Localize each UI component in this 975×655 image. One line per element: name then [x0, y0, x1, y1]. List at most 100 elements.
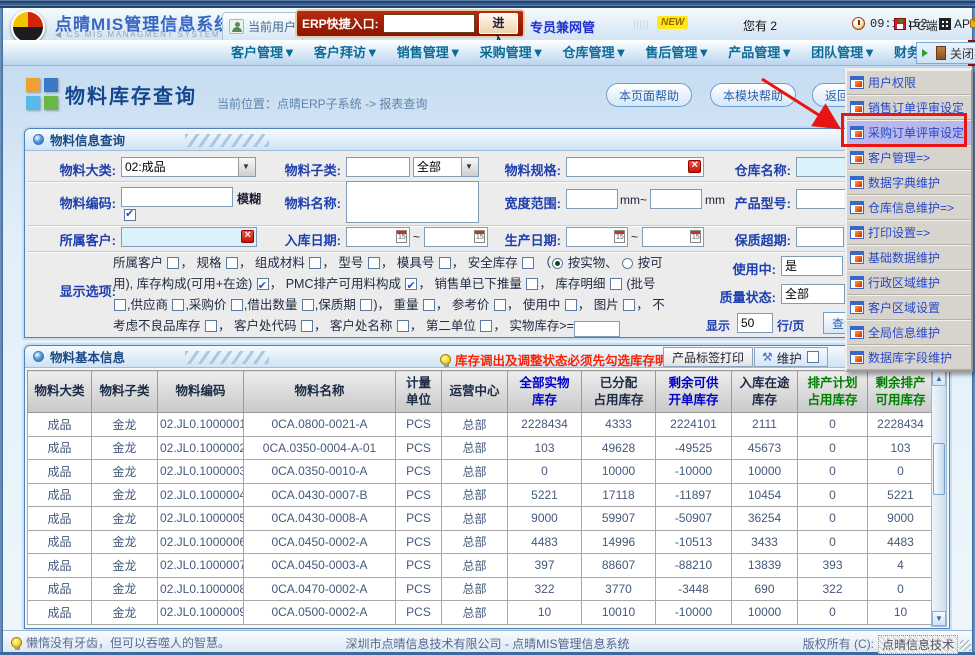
option-checkbox[interactable]	[623, 299, 635, 311]
option-checkbox[interactable]	[494, 299, 506, 311]
option-checkbox[interactable]	[423, 299, 435, 311]
column-header-12[interactable]: 剩余排产 可用库存	[868, 371, 934, 413]
calendar-icon[interactable]	[690, 230, 701, 243]
nav-item-7[interactable]: 产品管理▼	[719, 40, 802, 66]
option-checkbox[interactable]	[368, 257, 380, 269]
material-subcategory-input[interactable]	[346, 157, 410, 177]
column-header-4[interactable]: 物料名称	[244, 371, 396, 413]
column-header-2[interactable]: 物料子类	[92, 371, 158, 413]
scroll-down-icon[interactable]: ▼	[932, 611, 946, 626]
close-menu-button[interactable]: 关闭菜单	[916, 42, 975, 64]
in-use-value[interactable]: 是	[781, 256, 843, 276]
menu-item-9[interactable]: 行政区域维护	[847, 270, 971, 295]
option-checkbox[interactable]	[226, 257, 238, 269]
erp-shortcut-input[interactable]	[383, 14, 475, 33]
menu-item-8[interactable]: 基础数据维护	[847, 245, 971, 270]
page-help-button[interactable]: 本页面帮助	[606, 83, 692, 107]
material-name-input[interactable]	[346, 181, 479, 223]
option-radio[interactable]	[622, 258, 633, 269]
calendar-icon[interactable]	[396, 230, 407, 243]
table-row[interactable]: 成品金龙02.JL0.10000020CA.0350-0004-A-01PCS总…	[28, 436, 934, 460]
option-checkbox[interactable]	[205, 320, 217, 332]
maintain-checkbox[interactable]	[807, 351, 819, 363]
erp-go-button[interactable]: 进入	[479, 13, 518, 34]
scroll-up-icon[interactable]: ▲	[932, 371, 946, 386]
material-code-input[interactable]	[121, 187, 233, 207]
option-checkbox[interactable]	[114, 299, 126, 311]
option-checkbox[interactable]	[167, 257, 179, 269]
menu-item-1[interactable]: 用户权限	[847, 70, 971, 95]
rows-per-page-input[interactable]	[737, 313, 773, 333]
scrollbar-thumb[interactable]	[933, 443, 945, 495]
option-checkbox[interactable]	[439, 257, 451, 269]
menu-item-11[interactable]: 全局信息维护	[847, 320, 971, 345]
option-checkbox[interactable]	[522, 257, 534, 269]
clear-spec-icon[interactable]	[688, 160, 701, 173]
print-label-button[interactable]: 产品标签打印	[663, 347, 753, 367]
width-min-input[interactable]	[566, 189, 618, 209]
pc-client-label[interactable]: PC端	[909, 17, 938, 34]
table-row[interactable]: 成品金龙02.JL0.10000060CA.0450-0002-APCS总部44…	[28, 530, 934, 554]
option-checkbox[interactable]	[231, 299, 243, 311]
column-header-7[interactable]: 全部实物 库存	[508, 371, 582, 413]
menu-item-10[interactable]: 客户区域设置	[847, 295, 971, 320]
column-header-3[interactable]: 物料编码	[158, 371, 244, 413]
current-user-tab[interactable]: 当前用户	[222, 12, 303, 40]
column-header-9[interactable]: 剩余可供 开单库存	[656, 371, 732, 413]
table-row[interactable]: 成品金龙02.JL0.10000030CA.0350-0010-APCS总部01…	[28, 460, 934, 484]
table-row[interactable]: 成品金龙02.JL0.10000040CA.0430-0007-BPCS总部52…	[28, 483, 934, 507]
table-row[interactable]: 成品金龙02.JL0.10000010CA.0800-0021-APCS总部22…	[28, 413, 934, 437]
maintain-button[interactable]: ⚒ 维护	[754, 347, 828, 367]
quality-status-value[interactable]: 全部	[781, 284, 845, 304]
option-checkbox[interactable]	[309, 257, 321, 269]
nav-item-2[interactable]: 客户拜访▼	[305, 40, 388, 66]
option-checkbox[interactable]	[172, 299, 184, 311]
calendar-icon[interactable]	[614, 230, 625, 243]
option-checkbox[interactable]	[397, 320, 409, 332]
option-checkbox[interactable]	[405, 278, 417, 290]
column-header-10[interactable]: 入库在途 库存	[732, 371, 798, 413]
column-header-6[interactable]: 运营中心	[442, 371, 508, 413]
option-checkbox[interactable]	[610, 278, 622, 290]
width-max-input[interactable]	[650, 189, 702, 209]
option-checkbox[interactable]	[301, 320, 313, 332]
column-header-8[interactable]: 已分配 占用库存	[582, 371, 656, 413]
material-spec-input[interactable]	[566, 157, 704, 177]
nav-item-3[interactable]: 销售管理▼	[388, 40, 471, 66]
material-subcategory-select[interactable]: 全部	[413, 157, 479, 177]
material-category-select[interactable]: 02:成品	[121, 157, 256, 177]
nav-item-6[interactable]: 售后管理▼	[636, 40, 719, 66]
option-checkbox[interactable]	[526, 278, 538, 290]
column-header-1[interactable]: 物料大类	[28, 371, 92, 413]
physical-stock-input[interactable]	[574, 321, 620, 337]
table-row[interactable]: 成品金龙02.JL0.10000090CA.0500-0002-APCS总部10…	[28, 601, 934, 625]
fuzzy-checkbox[interactable]	[124, 209, 136, 221]
table-scrollbar[interactable]: ▲ ▼	[931, 370, 947, 627]
module-help-button[interactable]: 本模块帮助	[710, 83, 796, 107]
resize-grip[interactable]	[960, 640, 971, 651]
table-row[interactable]: 成品金龙02.JL0.10000070CA.0450-0003-APCS总部39…	[28, 554, 934, 578]
menu-item-4[interactable]: 客户管理=>	[847, 145, 971, 170]
nav-item-1[interactable]: 客户管理▼	[222, 40, 305, 66]
column-header-5[interactable]: 计量 单位	[396, 371, 442, 413]
option-radio[interactable]	[552, 258, 563, 269]
shelf-overdue-input[interactable]	[796, 227, 844, 247]
nav-item-5[interactable]: 仓库管理▼	[554, 40, 637, 66]
nav-item-8[interactable]: 团队管理▼	[802, 40, 885, 66]
copyright-owner[interactable]: 点晴信息技术	[878, 635, 958, 654]
menu-item-5[interactable]: 数据字典维护	[847, 170, 971, 195]
option-checkbox[interactable]	[360, 299, 372, 311]
nav-item-4[interactable]: 采购管理▼	[471, 40, 554, 66]
table-row[interactable]: 成品金龙02.JL0.10000080CA.0470-0002-APCS总部32…	[28, 577, 934, 601]
menu-item-6[interactable]: 仓库信息维护=>	[847, 195, 971, 220]
menu-item-12[interactable]: 数据库字段维护	[847, 345, 971, 370]
option-checkbox[interactable]	[480, 320, 492, 332]
option-checkbox[interactable]	[302, 299, 314, 311]
column-header-11[interactable]: 排产计划 占用库存	[798, 371, 868, 413]
new-badge[interactable]: NEW	[657, 16, 688, 29]
option-checkbox[interactable]	[565, 299, 577, 311]
customer-input[interactable]	[121, 227, 257, 247]
table-row[interactable]: 成品金龙02.JL0.10000050CA.0430-0008-APCS总部90…	[28, 507, 934, 531]
menu-item-7[interactable]: 打印设置=>	[847, 220, 971, 245]
messages-count[interactable]: 您有 2	[743, 17, 777, 34]
